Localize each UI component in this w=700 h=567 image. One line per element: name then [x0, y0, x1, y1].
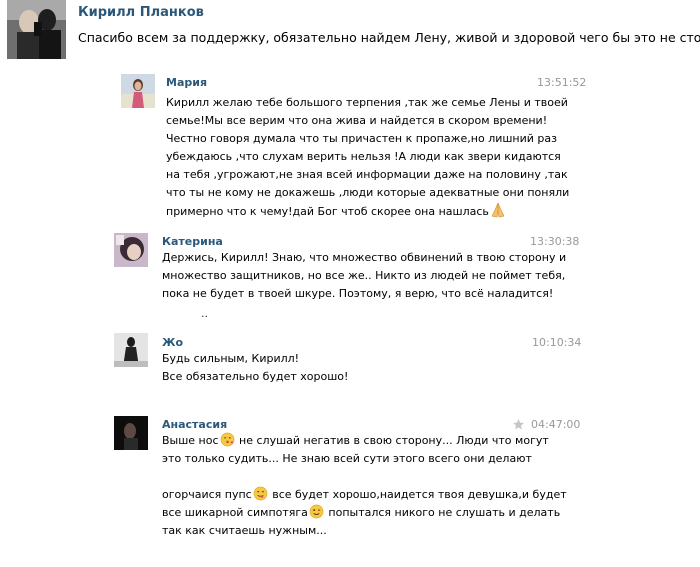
comment-avatar-maria[interactable] [121, 74, 155, 108]
comment-avatar-katerina[interactable] [114, 233, 148, 267]
comment-text: Кирилл желаю тебе большого терпения ,так… [166, 94, 569, 220]
comment-text: Держись, Кирилл! Знаю, что множество обв… [162, 251, 567, 300]
praying-hands-emoji [490, 202, 506, 224]
comment-author-name[interactable]: Мария [166, 76, 207, 89]
comment-timestamp: 10:10:34 [532, 336, 582, 349]
comment-timestamp: 13:30:38 [530, 235, 580, 248]
post-text: Спасибо всем за поддержку, обязательно н… [78, 30, 700, 45]
comment-timestamp: 13:51:52 [537, 76, 587, 89]
comment-avatar-anastasia[interactable] [114, 416, 148, 450]
post-author-name[interactable]: Кирилл Планков [78, 5, 204, 20]
comment-avatar-zho[interactable] [114, 333, 148, 367]
comment-author-name[interactable]: Анастасия [162, 418, 227, 431]
comment-text: Будь сильным, Кирилл! Все обязательно бу… [162, 352, 349, 383]
post-author-avatar[interactable] [7, 0, 66, 59]
comment-author-name[interactable]: Жо [162, 336, 183, 349]
comment-timestamp: 04:47:00 [531, 418, 581, 431]
comment-text: Выше нос не слушай негатив в свою сторон… [162, 432, 567, 537]
star-icon[interactable] [512, 418, 525, 431]
comment-ellipsis: .. [201, 307, 208, 320]
comment-author-name[interactable]: Катерина [162, 235, 223, 248]
